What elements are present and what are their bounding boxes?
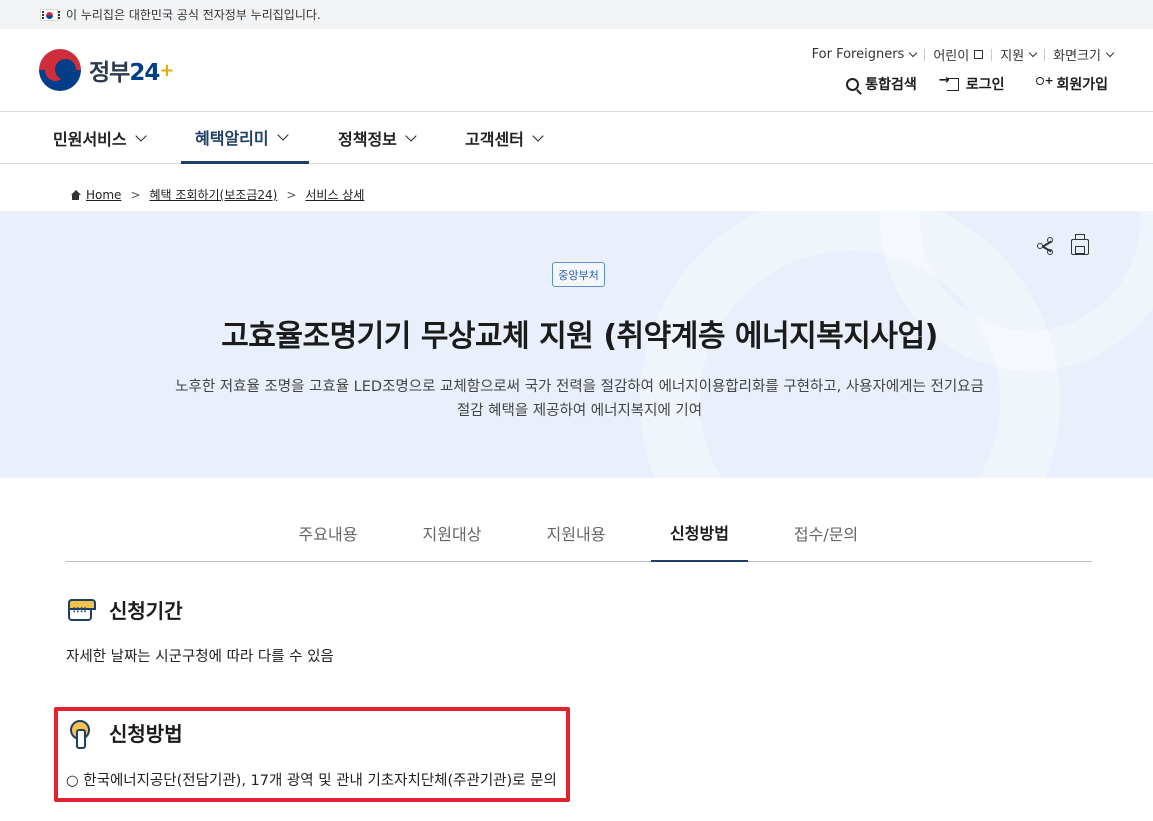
for-foreigners-label: For Foreigners xyxy=(811,47,905,62)
nav-label: 혜택알리미 xyxy=(195,128,269,148)
breadcrumb-benefits-link[interactable]: 혜택 조회하기(보조금24) xyxy=(150,186,278,203)
divider xyxy=(1044,48,1046,61)
logo-number: 24 xyxy=(129,60,160,86)
join-label: 회원가입 xyxy=(1056,77,1108,93)
external-link-icon xyxy=(974,50,984,59)
screen-size-menu[interactable]: 화면크기 xyxy=(1053,45,1115,64)
breadcrumb-current-link[interactable]: 서비스 상세 xyxy=(305,186,364,203)
chevron-down-icon xyxy=(134,130,147,142)
nav-item-policy[interactable]: 정책정보 xyxy=(338,112,417,164)
period-title-text: 신청기간 xyxy=(109,599,183,623)
divider xyxy=(991,48,993,61)
service-description-line: 노후한 저효율 조명을 고효율 LED조명으로 교체함으로써 국가 전력을 절감… xyxy=(175,379,984,395)
service-title: 고효율조명기기 무상교체 지원 (취약계층 에너지복지사업) xyxy=(221,319,938,354)
search-button[interactable]: 통합검색 xyxy=(846,74,917,94)
tab-eligibility[interactable]: 지원대상 xyxy=(402,503,502,562)
gov-notice-bar: 이 누리집은 대한민국 공식 전자정부 누리집입니다. xyxy=(0,0,1153,29)
logo-wordmark: 정부24+ xyxy=(89,53,174,87)
logo-plus: + xyxy=(159,60,174,81)
highlight-box xyxy=(54,707,570,802)
period-text: 자세한 날짜는 시군구청에 따라 다를 수 있음 xyxy=(66,649,334,665)
search-label: 통합검색 xyxy=(865,77,917,93)
chevron-down-icon xyxy=(909,48,918,57)
main-navigation: 민원서비스 혜택알리미 정책정보 고객센터 xyxy=(0,112,1153,164)
support-label: 지원 xyxy=(1000,49,1025,64)
login-button[interactable]: 로그인 xyxy=(939,73,1005,94)
period-section-title: 신청기간 xyxy=(68,595,183,624)
kids-label: 어린이 xyxy=(933,49,970,64)
tab-application-method[interactable]: 신청방법 xyxy=(651,503,748,562)
service-description-line: 절감 혜택을 제공하여 에너지복지에 기여 xyxy=(456,403,703,419)
tab-contact[interactable]: 접수/문의 xyxy=(776,503,876,562)
tab-main-content[interactable]: 주요내용 xyxy=(278,503,378,562)
login-label: 로그인 xyxy=(965,77,1005,93)
hero-tools xyxy=(1037,234,1089,255)
calendar-icon xyxy=(68,598,96,621)
login-icon xyxy=(939,73,959,91)
chevron-down-icon xyxy=(405,130,417,142)
nav-label: 고객센터 xyxy=(465,130,524,149)
ministry-badge: 중앙부처 xyxy=(552,262,605,287)
chevron-right-icon: > xyxy=(286,187,297,202)
breadcrumb: Home > 혜택 조회하기(보조금24) > 서비스 상세 xyxy=(70,186,364,203)
breadcrumb-home-link[interactable]: Home xyxy=(86,188,121,202)
chevron-down-icon xyxy=(276,128,289,141)
header-actions: 통합검색 로그인 회원가입 xyxy=(846,73,1108,94)
detail-tabs: 주요내용 지원대상 지원내용 신청방법 접수/문의 xyxy=(66,503,1092,562)
nav-label: 민원서비스 xyxy=(53,130,127,149)
share-icon[interactable] xyxy=(1037,237,1055,255)
site-header: 정부24+ For Foreigners 어린이 지원 화면크기 통합검색 로그… xyxy=(0,29,1153,112)
join-button[interactable]: 회원가입 xyxy=(1034,74,1108,94)
nav-item-civil-service[interactable]: 민원서비스 xyxy=(53,112,147,164)
taegeuk-logo-icon xyxy=(39,49,81,91)
kids-link[interactable]: 어린이 xyxy=(933,45,984,64)
nav-item-customer-center[interactable]: 고객센터 xyxy=(465,112,544,164)
chevron-down-icon xyxy=(1105,48,1115,57)
nav-label: 정책정보 xyxy=(338,130,397,149)
korea-flag-icon xyxy=(40,8,60,21)
chevron-down-icon xyxy=(532,130,544,142)
user-plus-icon xyxy=(1034,74,1054,91)
service-hero: 중앙부처 고효율조명기기 무상교체 지원 (취약계층 에너지복지사업) 노후한 … xyxy=(0,211,1153,478)
home-icon xyxy=(70,189,81,200)
utility-links: For Foreigners 어린이 지원 화면크기 xyxy=(811,45,1115,64)
chevron-right-icon: > xyxy=(130,187,141,202)
gov-notice-text: 이 누리집은 대한민국 공식 전자정부 누리집입니다. xyxy=(66,8,321,22)
logo-text: 정부 xyxy=(89,60,130,86)
tab-support-details[interactable]: 지원내용 xyxy=(526,503,626,562)
support-menu[interactable]: 지원 xyxy=(1000,45,1038,64)
chevron-down-icon xyxy=(1028,48,1038,57)
site-logo[interactable]: 정부24+ xyxy=(39,49,174,91)
divider xyxy=(924,48,926,61)
print-icon[interactable] xyxy=(1071,234,1089,255)
search-icon xyxy=(846,77,860,91)
service-description: 노후한 저효율 조명을 고효율 LED조명으로 교체함으로써 국가 전력을 절감… xyxy=(160,375,999,423)
screen-size-label: 화면크기 xyxy=(1053,49,1101,64)
for-foreigners-link[interactable]: For Foreigners xyxy=(811,47,918,62)
nav-item-benefits[interactable]: 혜택알리미 xyxy=(181,112,309,164)
